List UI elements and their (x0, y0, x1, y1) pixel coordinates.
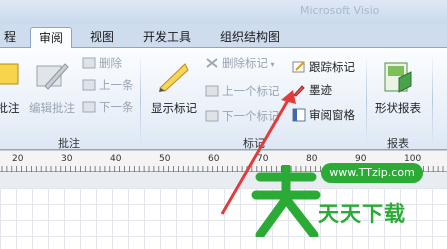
group-separator (366, 54, 367, 146)
previous-comment-label: 上一条 (99, 78, 134, 92)
ink-button[interactable]: 墨迹 (292, 80, 332, 100)
shape-reports-label: 形状报表 (375, 101, 421, 115)
ribbon-tab-bar: 程 审阅 视图 开发工具 组织结构图 (0, 24, 447, 49)
edit-comment-icon (36, 63, 69, 90)
window-title: Microsoft Visio (300, 4, 380, 17)
comment-icon (0, 63, 19, 85)
ruler-tick-label: 80 (306, 154, 318, 164)
track-markup-label: 跟踪标记 (309, 60, 355, 74)
previous-comment-button[interactable]: 上一条 (82, 75, 134, 95)
show-markup-label: 显示标记 (151, 101, 197, 115)
tab-design[interactable]: 程 (0, 27, 24, 48)
ruler-tick-label: 60 (208, 154, 220, 164)
next-comment-label: 下一条 (99, 100, 134, 114)
delete-icon (82, 57, 96, 69)
reviewing-pane-button[interactable]: 审阅窗格 (292, 105, 355, 125)
next-icon (82, 101, 96, 113)
ruler-tick-label: 30 (61, 154, 73, 164)
tab-view[interactable]: 视图 (82, 27, 122, 48)
tab-review[interactable]: 审阅 (30, 27, 73, 49)
ink-label: 墨迹 (309, 83, 332, 97)
delete-markup-icon (206, 58, 218, 68)
edit-comment-button[interactable]: 编辑批注 (24, 56, 80, 126)
next-markup-label: 下一个标记 (222, 109, 280, 123)
edit-comment-label: 编辑批注 (29, 101, 75, 115)
previous-icon (82, 79, 96, 91)
next-comment-button[interactable]: 下一条 (82, 97, 134, 117)
next-markup-icon (205, 110, 219, 122)
watermark-logo-icon (251, 165, 321, 237)
comments-group-label: 批注 (58, 137, 80, 150)
delete-comment-button[interactable]: 删除 (82, 53, 122, 73)
ruler-tick-label: 40 (110, 154, 122, 164)
watermark-url: www.TTzip.com (321, 163, 423, 183)
group-separator (432, 54, 433, 146)
ruler-tick-label: 70 (257, 154, 269, 164)
markup-group-label: 标记 (243, 137, 265, 150)
reviewing-pane-label: 审阅窗格 (309, 108, 355, 122)
next-markup-button[interactable]: 下一个标记 (205, 106, 280, 126)
pen-icon (293, 85, 305, 97)
track-markup-icon (292, 61, 305, 73)
tab-developer[interactable]: 开发工具 (135, 27, 199, 48)
track-markup-button[interactable]: 跟踪标记 (292, 57, 355, 77)
title-bar: Microsoft Visio (0, 0, 447, 24)
previous-markup-icon (205, 85, 219, 97)
shape-reports-icon (384, 62, 412, 93)
previous-markup-button[interactable]: 上一个标记 (205, 81, 280, 101)
show-markup-icon (159, 63, 189, 92)
shape-reports-button[interactable]: 形状报表 (369, 56, 427, 126)
delete-markup-button[interactable]: 删除标记 ▾ (205, 53, 275, 73)
tab-org-chart[interactable]: 组织结构图 (212, 27, 288, 48)
show-markup-button[interactable]: 显示标记 (146, 56, 202, 126)
watermark-name: 天天下载 (318, 202, 406, 226)
group-separator (140, 54, 141, 146)
delete-comment-label: 删除 (99, 56, 122, 70)
ruler-tick-label: 50 (159, 154, 171, 164)
previous-markup-label: 上一个标记 (222, 84, 280, 98)
delete-markup-label: 删除标记 (222, 56, 268, 70)
ruler-tick-label: 20 (12, 154, 24, 164)
reports-group-label: 报表 (387, 137, 409, 150)
reviewing-pane-icon (292, 108, 306, 122)
ribbon: 批注 编辑批注 删除 上一条 下一条 批注 显示标记 删除标记 ▾ 上一个标记 … (0, 48, 447, 150)
